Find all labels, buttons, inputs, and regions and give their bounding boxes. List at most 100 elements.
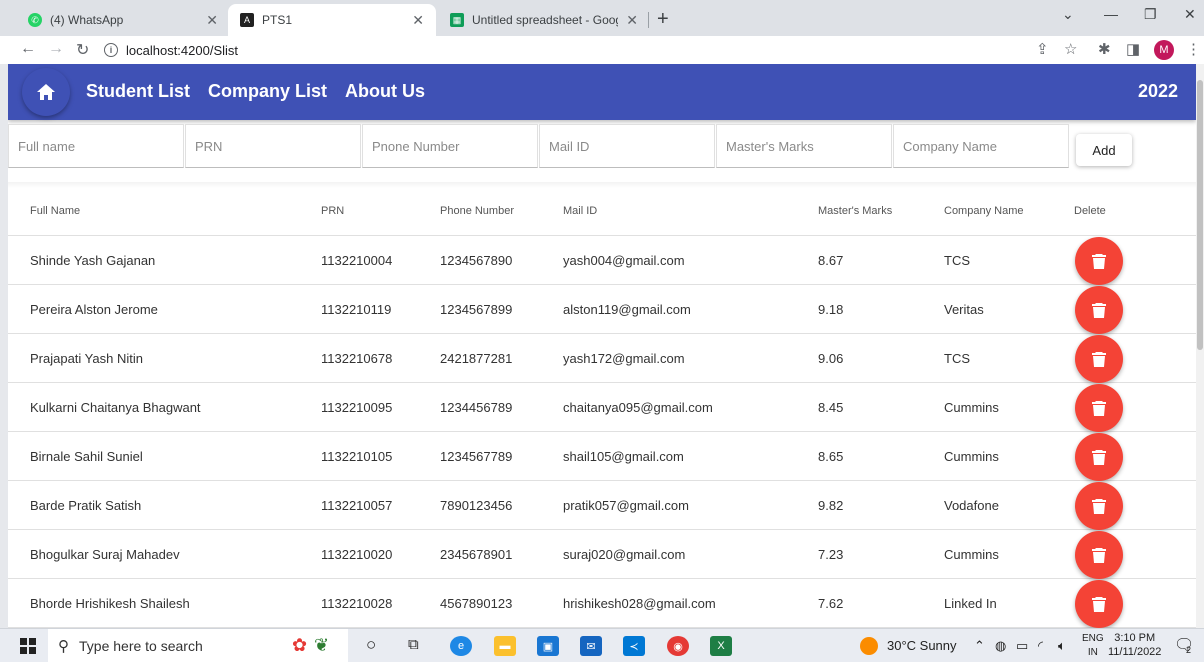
cell-prn: 1132210057	[321, 498, 393, 513]
cell-marks: 9.18	[818, 302, 844, 317]
nav-company-list[interactable]: Company List	[208, 81, 327, 102]
cell-marks: 7.62	[818, 596, 844, 611]
language-label: ENG	[1082, 633, 1104, 644]
close-icon[interactable]: ✕	[626, 12, 638, 29]
tab-search-icon[interactable]: ⌄	[1062, 6, 1074, 23]
marks-input[interactable]	[716, 124, 892, 168]
delete-button[interactable]	[1075, 286, 1123, 334]
delete-button[interactable]	[1075, 384, 1123, 432]
table-row: Bhorde Hrishikesh Shailesh 1132210028 45…	[8, 579, 1196, 628]
cell-full-name: Barde Pratik Satish	[30, 498, 142, 513]
battery-icon[interactable]: ▭	[1016, 638, 1028, 654]
extensions-icon[interactable]: ✱	[1098, 40, 1111, 58]
profile-avatar[interactable]: M	[1154, 40, 1174, 60]
cell-company: Cummins	[944, 547, 999, 562]
prn-input[interactable]	[185, 124, 361, 168]
cell-prn: 1132210004	[321, 253, 393, 268]
tray-overflow-icon[interactable]: ⌃	[974, 638, 985, 654]
header-full-name: Full Name	[30, 205, 81, 217]
page-scrollbar-thumb[interactable]	[1197, 80, 1203, 350]
site-info-icon[interactable]: i	[104, 43, 118, 57]
cell-marks: 9.82	[818, 498, 844, 513]
delete-button[interactable]	[1075, 580, 1123, 628]
company-input[interactable]	[893, 124, 1069, 168]
address-bar[interactable]: i localhost:4200/Slist	[104, 39, 1024, 61]
vscode-icon[interactable]: ≺	[623, 636, 645, 656]
search-icon: ⚲	[58, 638, 69, 655]
table-row: Prajapati Yash Nitin 1132210678 24218772…	[8, 334, 1196, 383]
home-button[interactable]	[22, 68, 70, 116]
cell-phone: 7890123456	[440, 498, 513, 513]
file-explorer-icon[interactable]: ▬	[494, 636, 516, 656]
taskbar-clock[interactable]: 3:10 PM 11/11/2022	[1108, 631, 1161, 659]
delete-button[interactable]	[1075, 237, 1123, 285]
cell-phone: 4567890123	[440, 596, 513, 611]
restore-icon[interactable]: ❐	[1144, 6, 1157, 23]
weather-text[interactable]: 30°C Sunny	[887, 638, 957, 653]
browser-toolbar: ← → ↻ i localhost:4200/Slist ⇪ ☆ ✱ ◨ ⋮	[0, 36, 1204, 64]
cell-full-name: Pereira Alston Jerome	[30, 302, 158, 317]
task-view-icon[interactable]: ⧉	[408, 636, 419, 653]
windows-taskbar: ⚲ Type here to search ✿ ❦ ○ ⧉ e ▬ ▣ ✉ ≺ …	[0, 628, 1204, 662]
mail-icon[interactable]: ✉	[580, 636, 602, 656]
header-delete: Delete	[1074, 205, 1106, 217]
network-icon[interactable]: ◍	[995, 638, 1006, 654]
nav-about-us[interactable]: About Us	[345, 81, 425, 102]
tab-pts1[interactable]: A PTS1 ✕	[228, 4, 436, 36]
leaf-icon: ❦	[314, 635, 330, 655]
close-icon[interactable]: ✕	[412, 12, 424, 29]
reload-icon[interactable]: ↻	[76, 40, 89, 60]
browser-tab-strip: ✆ (4) WhatsApp ✕ A PTS1 ✕ ▦ Untitled spr…	[0, 0, 1204, 36]
bookmark-star-icon[interactable]: ☆	[1064, 40, 1077, 58]
store-icon[interactable]: ▣	[537, 636, 559, 656]
nav-student-list[interactable]: Student List	[86, 81, 190, 102]
chrome-icon[interactable]: ◉	[667, 636, 689, 656]
tab-whatsapp[interactable]: ✆ (4) WhatsApp ✕	[16, 4, 230, 36]
close-icon[interactable]: ✕	[206, 12, 218, 29]
weather-sun-icon[interactable]	[860, 637, 878, 655]
cell-company: Cummins	[944, 449, 999, 464]
window-close-icon[interactable]: ✕	[1184, 6, 1196, 23]
notification-icon[interactable]: 🗨︎	[1174, 635, 1194, 655]
delete-button[interactable]	[1075, 482, 1123, 530]
wifi-icon[interactable]: ◜	[1038, 638, 1043, 654]
excel-icon[interactable]: X	[710, 636, 732, 656]
mail-input[interactable]	[539, 124, 715, 168]
add-button[interactable]: Add	[1076, 134, 1132, 166]
delete-button[interactable]	[1075, 335, 1123, 383]
delete-button[interactable]	[1075, 433, 1123, 481]
side-panel-icon[interactable]: ◨	[1126, 40, 1140, 58]
menu-kebab-icon[interactable]: ⋮	[1186, 40, 1201, 58]
phone-input[interactable]	[362, 124, 538, 168]
header-phone: Phone Number	[440, 205, 514, 217]
cortana-icon[interactable]: ○	[366, 635, 376, 655]
table-row: Pereira Alston Jerome 1132210119 1234567…	[8, 285, 1196, 334]
taskbar-search[interactable]: ⚲ Type here to search ✿ ❦	[48, 629, 348, 662]
tab-title: PTS1	[262, 13, 293, 27]
cell-full-name: Bhogulkar Suraj Mahadev	[30, 547, 180, 562]
forward-icon[interactable]: →	[48, 40, 64, 58]
trash-icon	[1092, 254, 1106, 269]
header-company: Company Name	[944, 205, 1024, 217]
volume-icon[interactable]: 🔈︎	[1058, 638, 1066, 654]
trash-icon	[1092, 499, 1106, 514]
cell-prn: 1132210020	[321, 547, 393, 562]
table-row: Barde Pratik Satish 1132210057 789012345…	[8, 481, 1196, 530]
cell-marks: 8.65	[818, 449, 844, 464]
new-tab-icon[interactable]: +	[657, 8, 669, 31]
cell-mail: shail105@gmail.com	[563, 449, 684, 464]
full-name-input[interactable]	[8, 124, 184, 168]
cell-full-name: Birnale Sahil Suniel	[30, 449, 143, 464]
back-icon[interactable]: ←	[20, 40, 36, 58]
language-indicator[interactable]: ENG IN	[1082, 632, 1104, 660]
delete-button[interactable]	[1075, 531, 1123, 579]
edge-icon[interactable]: e	[450, 636, 472, 656]
minimize-icon[interactable]: —	[1104, 6, 1118, 22]
whatsapp-icon: ✆	[28, 13, 42, 27]
tab-divider	[648, 12, 649, 28]
table-row: Bhogulkar Suraj Mahadev 1132210020 23456…	[8, 530, 1196, 579]
share-icon[interactable]: ⇪	[1036, 40, 1049, 58]
windows-start-icon[interactable]	[20, 638, 36, 654]
trash-icon	[1092, 303, 1106, 318]
tab-spreadsheet[interactable]: ▦ Untitled spreadsheet - Google Sh ✕	[438, 4, 650, 36]
